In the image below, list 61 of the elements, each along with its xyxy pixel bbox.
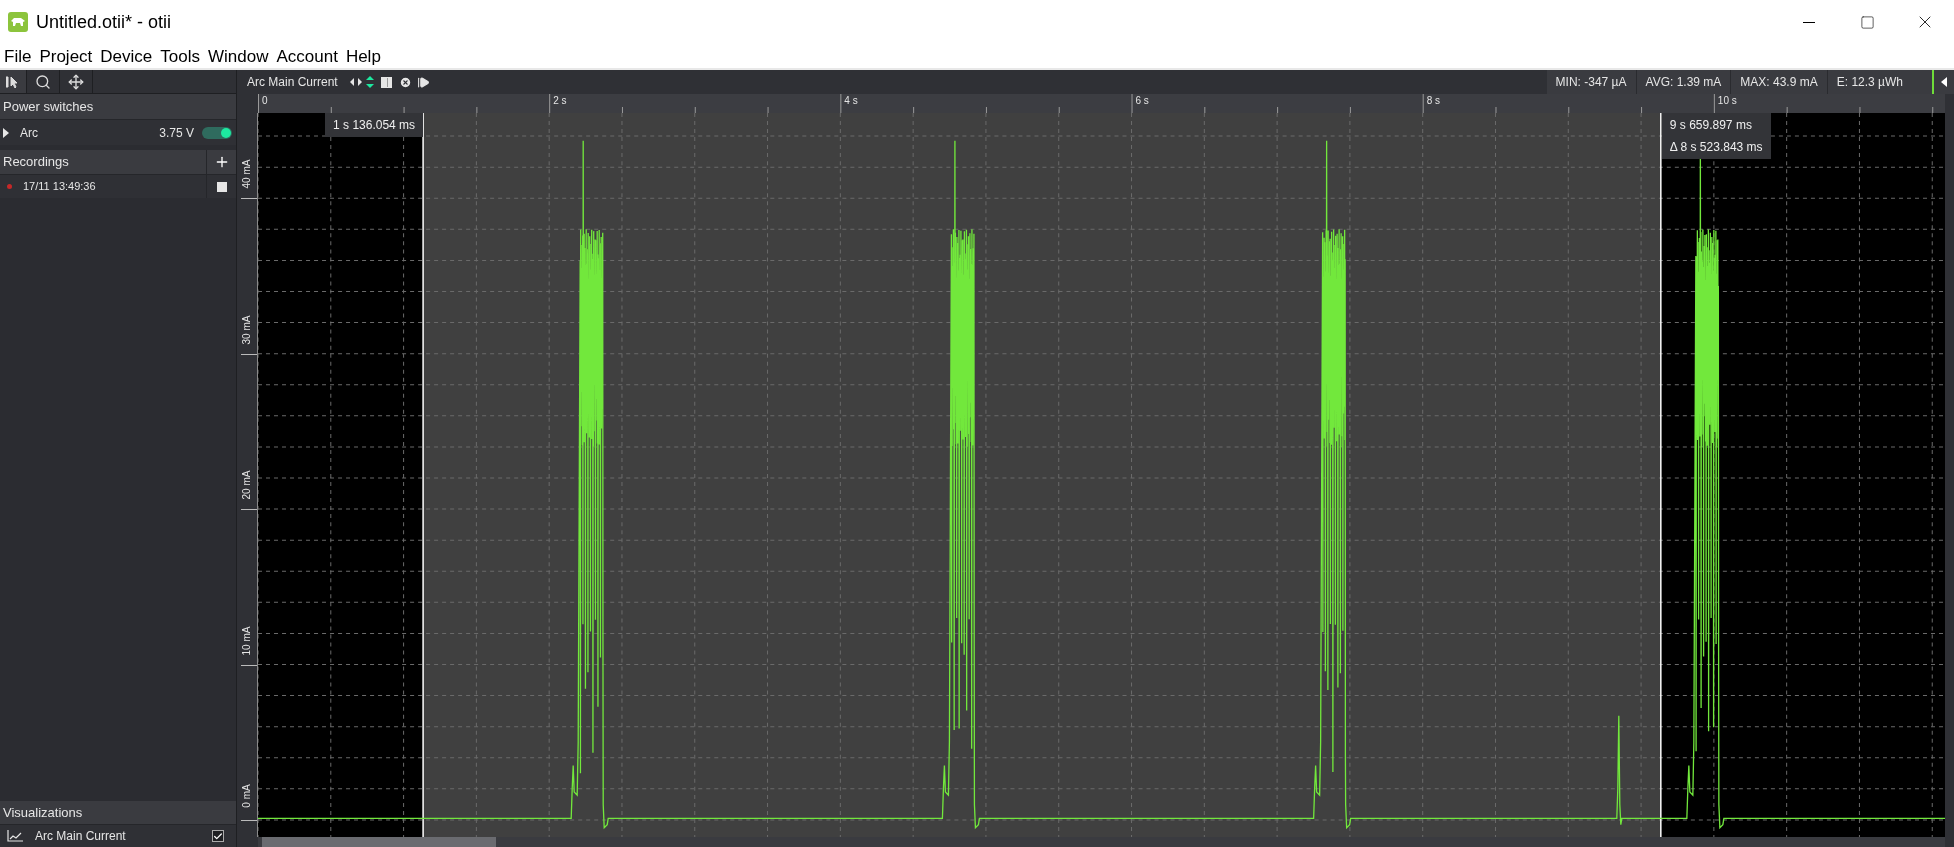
current-axis-label: 40 mA [242, 159, 252, 189]
section-header: Power switches [0, 94, 236, 120]
split-square-icon[interactable] [380, 76, 392, 88]
move-icon [68, 73, 84, 90]
left-triangle-icon [1941, 77, 1947, 87]
device-name: Arc [20, 124, 38, 142]
maximize-icon [1859, 14, 1875, 30]
line-chart-icon [7, 830, 23, 842]
time-axis-label: 10 s [1717, 96, 1737, 106]
cursor-time: 1 s 136.054 ms [333, 117, 416, 134]
clear-icon[interactable] [398, 75, 412, 89]
menu-item[interactable]: Device [96, 47, 157, 65]
tick-mark [241, 509, 257, 511]
level-indicator-bar [1932, 70, 1934, 94]
recording-name: 17/11 13:49:36 [23, 179, 97, 195]
time-axis-label: 8 s [1426, 96, 1441, 106]
menu-item[interactable]: Help [341, 47, 385, 65]
vertical-arrows-icon[interactable] [365, 76, 374, 88]
menu-item[interactable]: Tools [156, 47, 204, 65]
voltage-value: 3.75 V [159, 124, 194, 142]
horizontal-scrollbar[interactable] [258, 837, 1945, 847]
visibility-checkbox[interactable] [212, 830, 224, 842]
current-axis-label: 20 mA [242, 470, 252, 500]
section-header: Visualizations [0, 801, 236, 825]
cursor-time: 9 s 659.897 ms [1669, 117, 1753, 134]
tick-mark [241, 819, 257, 821]
current-axis-label: 30 mA [242, 315, 252, 345]
window-title: Untitled.otii* - otii [36, 10, 172, 34]
cursor-line[interactable] [1660, 113, 1662, 837]
app-logo-icon [8, 12, 28, 32]
tick-mark [241, 664, 257, 666]
tick-mark [241, 198, 257, 200]
time-axis-label: 6 s [1135, 96, 1149, 106]
horizontal-arrows-icon[interactable] [349, 78, 362, 86]
menu-item[interactable]: File [0, 47, 36, 65]
select-tool-button[interactable] [0, 70, 27, 93]
visualization-row[interactable]: Arc Main Current [0, 825, 236, 847]
menu-item[interactable]: Project [35, 47, 97, 65]
plot-title: Arc Main Current [247, 74, 338, 91]
time-axis-label: 0 [262, 96, 268, 106]
time-axis-label: 2 s [553, 96, 567, 106]
time-axis-label: 4 s [844, 96, 858, 106]
stop-icon[interactable] [216, 181, 227, 192]
cursor-delta: Δ 8 s 523.843 ms [1669, 139, 1763, 156]
power-toggle[interactable] [202, 126, 232, 139]
recording-row[interactable]: 17/11 13:49:36 [0, 175, 236, 198]
statistic-value: MIN: -347 µA [1554, 74, 1628, 91]
current-axis-label: 10 mA [242, 626, 252, 655]
power-switch-row[interactable]: Arc 3.75 V [0, 120, 236, 145]
current-axis-label: 0 mA [242, 784, 252, 808]
section-title: Recordings [2, 153, 70, 172]
minimize-icon [1803, 21, 1815, 23]
expand-arrow-icon[interactable] [2, 127, 10, 138]
step-forward-icon[interactable] [416, 75, 430, 89]
search-icon [35, 73, 51, 90]
menu-item[interactable]: Account [272, 47, 342, 65]
visualization-name: Arc Main Current [35, 828, 127, 845]
tick-mark [241, 353, 257, 355]
scrollbar-thumb[interactable] [262, 837, 496, 847]
menu-item[interactable]: Window [204, 47, 273, 65]
collapse-button[interactable] [1934, 70, 1954, 94]
